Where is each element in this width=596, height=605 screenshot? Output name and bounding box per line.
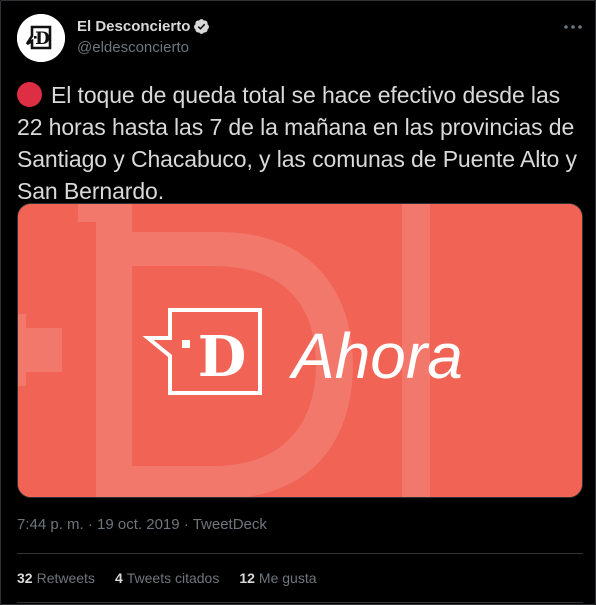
tweet-meta: 7:44 p. m. · 19 oct. 2019 · TweetDeck	[17, 516, 267, 533]
author-name-row: El Desconcierto	[77, 18, 210, 35]
verified-badge-icon	[194, 19, 210, 34]
divider-bottom	[17, 602, 583, 603]
quotes-label: Tweets citados	[126, 570, 220, 586]
retweets-count: 32	[17, 570, 33, 586]
meta-separator: ·	[87, 516, 93, 533]
tweet-text: El toque de queda total se hace efectivo…	[17, 79, 583, 207]
quotes-count: 4	[114, 570, 123, 586]
tweet-stats: 32 Retweets 4 Tweets citados 12 Me gusta	[17, 570, 337, 586]
more-options-icon[interactable]	[561, 15, 585, 39]
tweet-time[interactable]: 7:44 p. m.	[17, 516, 84, 533]
svg-text:D: D	[198, 324, 247, 390]
svg-text:D: D	[35, 29, 50, 49]
tweet-text-content: El toque de queda total se hace efectivo…	[17, 82, 577, 204]
display-name[interactable]: El Desconcierto	[77, 18, 190, 35]
quotes-stat[interactable]: 4 Tweets citados	[115, 570, 219, 586]
divider-top	[17, 553, 583, 554]
el-desconcierto-ahora-graphic: D Ahora	[18, 204, 582, 497]
retweets-label: Retweets	[36, 570, 95, 586]
tweet-date[interactable]: 19 oct. 2019	[97, 516, 180, 533]
likes-stat[interactable]: 12 Me gusta	[239, 570, 316, 586]
retweets-stat[interactable]: 32 Retweets	[17, 570, 95, 586]
meta-separator-2: ·	[183, 516, 189, 533]
author-handle[interactable]: @eldesconcierto	[77, 39, 189, 56]
tweet-card: D El Desconcierto @eldesconcierto El toq…	[0, 0, 596, 605]
likes-count: 12	[239, 570, 255, 586]
avatar[interactable]: D	[17, 14, 65, 62]
likes-label: Me gusta	[258, 570, 317, 586]
media-logo-text: Ahora	[288, 320, 463, 392]
tweet-media-image[interactable]: D Ahora	[17, 203, 583, 498]
tweet-source[interactable]: TweetDeck	[193, 516, 267, 533]
red-circle-icon	[17, 82, 42, 107]
el-desconcierto-logo-icon: D	[17, 14, 65, 62]
